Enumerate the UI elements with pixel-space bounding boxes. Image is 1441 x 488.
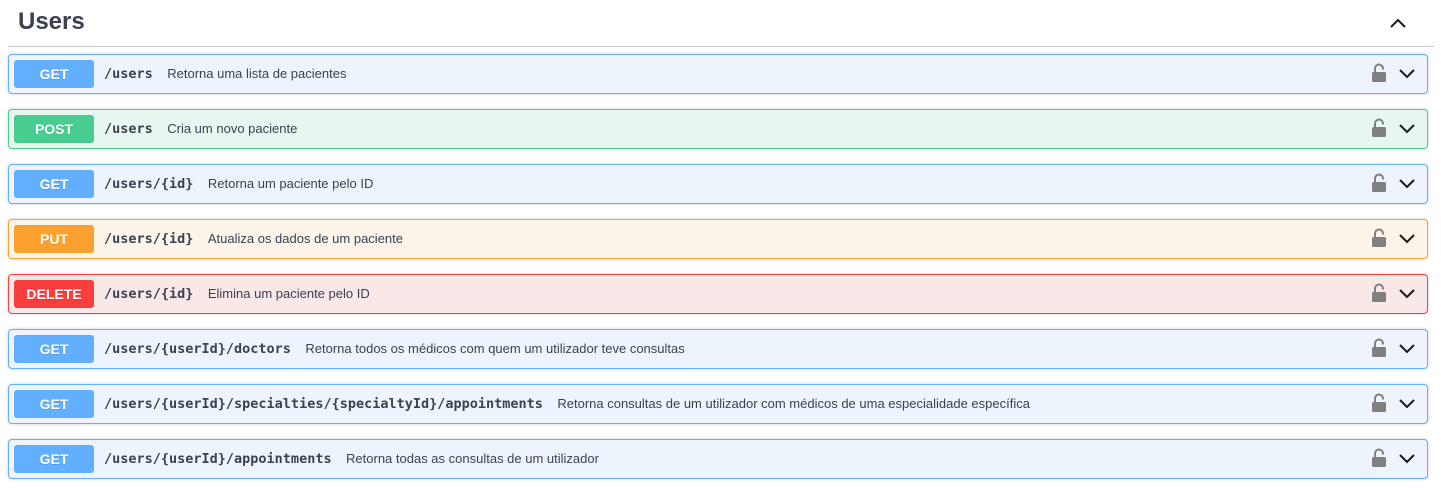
operation-summary: Retorna uma lista de pacientes [167, 66, 347, 81]
chevron-down-icon[interactable] [1397, 64, 1417, 84]
method-badge: GET [14, 445, 94, 473]
operation-summary: Retorna consultas de um utilizador com m… [557, 396, 1030, 411]
section-title: Users [18, 8, 85, 35]
operation-get-users[interactable]: GET /users Retorna uma lista de paciente… [8, 54, 1428, 94]
operation-path: /users [104, 66, 153, 82]
unlock-icon[interactable] [1371, 283, 1387, 303]
operation-path: /users/{userId}/specialties/{specialtyId… [104, 396, 543, 412]
unlock-icon[interactable] [1371, 393, 1387, 413]
operation-get-user-by-id[interactable]: GET /users/{id} Retorna um paciente pelo… [8, 164, 1428, 204]
section-header-users[interactable]: Users [8, 0, 1434, 47]
unlock-icon[interactable] [1371, 118, 1387, 138]
operation-path: /users/{id} [104, 231, 194, 247]
chevron-down-icon[interactable] [1397, 339, 1417, 359]
chevron-down-icon[interactable] [1397, 174, 1417, 194]
operation-put-user-by-id[interactable]: PUT /users/{id} Atualiza os dados de um … [8, 219, 1428, 259]
chevron-down-icon[interactable] [1397, 449, 1417, 469]
unlock-icon[interactable] [1371, 338, 1387, 358]
method-badge: GET [14, 335, 94, 363]
operation-post-users[interactable]: POST /users Cria um novo paciente [8, 109, 1428, 149]
unlock-icon[interactable] [1371, 173, 1387, 193]
operation-summary: Elimina um paciente pelo ID [207, 286, 370, 301]
operation-summary: Atualiza os dados de um paciente [207, 231, 403, 246]
chevron-down-icon[interactable] [1397, 394, 1417, 414]
method-badge: POST [14, 115, 94, 143]
operation-get-user-doctors[interactable]: GET /users/{userId}/doctors Retorna todo… [8, 329, 1428, 369]
operation-path: /users/{userId}/doctors [104, 341, 291, 357]
operation-delete-user-by-id[interactable]: DELETE /users/{id} Elimina um paciente p… [8, 274, 1428, 314]
chevron-down-icon[interactable] [1397, 119, 1417, 139]
operation-summary: Cria um novo paciente [167, 121, 298, 136]
method-badge: GET [14, 170, 94, 198]
operation-path: /users [104, 121, 153, 137]
operation-summary: Retorna todos os médicos com quem um uti… [305, 341, 685, 356]
operation-summary: Retorna todas as consultas de um utiliza… [346, 451, 599, 466]
operation-summary: Retorna um paciente pelo ID [207, 176, 374, 191]
method-badge: DELETE [14, 280, 94, 308]
chevron-down-icon[interactable] [1397, 229, 1417, 249]
method-badge: PUT [14, 225, 94, 253]
chevron-down-icon[interactable] [1397, 284, 1417, 304]
chevron-up-icon[interactable] [1388, 13, 1408, 33]
unlock-icon[interactable] [1371, 448, 1387, 468]
method-badge: GET [14, 60, 94, 88]
operation-path: /users/{id} [104, 286, 194, 302]
unlock-icon[interactable] [1371, 228, 1387, 248]
unlock-icon[interactable] [1371, 63, 1387, 83]
operation-get-user-specialty-appointments[interactable]: GET /users/{userId}/specialties/{special… [8, 384, 1428, 424]
operation-path: /users/{userId}/appointments [104, 451, 332, 467]
method-badge: GET [14, 390, 94, 418]
operation-get-user-appointments[interactable]: GET /users/{userId}/appointments Retorna… [8, 439, 1428, 479]
operation-path: /users/{id} [104, 176, 194, 192]
